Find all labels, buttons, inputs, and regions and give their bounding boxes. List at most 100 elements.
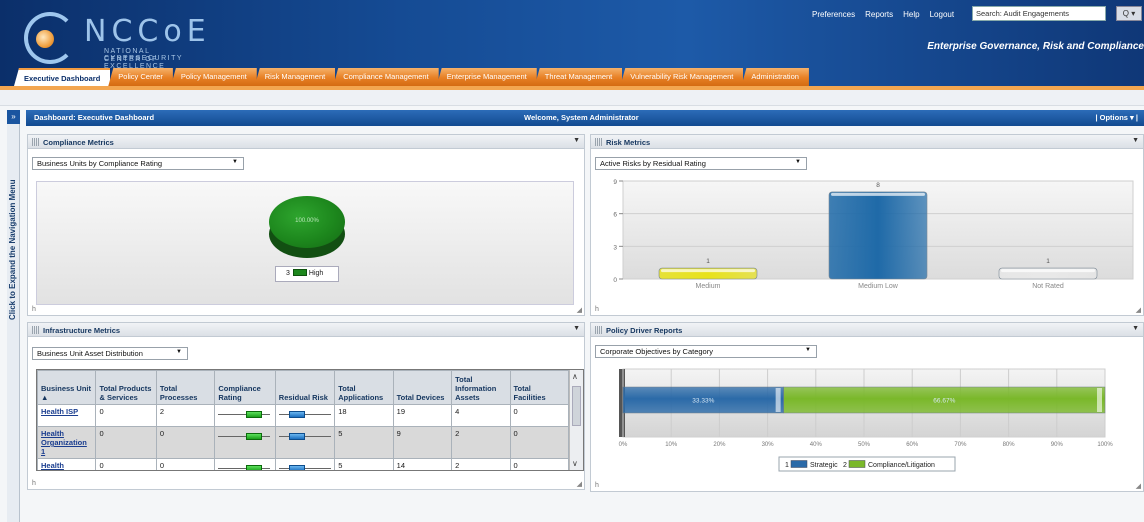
- chevron-down-icon[interactable]: ▼: [1132, 137, 1139, 144]
- compliance-pie[interactable]: 100.00%: [269, 196, 345, 258]
- bar-highlight: [1001, 269, 1095, 273]
- bar-rect[interactable]: [828, 191, 928, 280]
- preferences-link[interactable]: Preferences: [812, 10, 855, 19]
- column-header-processes[interactable]: Total Processes: [155, 370, 216, 405]
- business-unit-link[interactable]: Health Organization: [41, 461, 87, 470]
- scrollbar-thumb[interactable]: [572, 386, 581, 426]
- infrastructure-table-container[interactable]: Business Unit ▲ Total Products & Service…: [36, 369, 584, 471]
- compliance-rating-gauge: [218, 410, 271, 418]
- column-header-products[interactable]: Total Products & Services: [95, 370, 157, 405]
- tab-policy-management[interactable]: Policy Management: [170, 68, 257, 86]
- resize-handle-icon[interactable]: ◢: [1136, 482, 1141, 490]
- drag-handle-icon[interactable]: [32, 138, 39, 146]
- infrastructure-metrics-panel: Infrastructure Metrics ▼ Business Unit A…: [27, 322, 585, 490]
- x-tick-label: 80%: [1003, 442, 1016, 448]
- legend-swatch: [292, 269, 307, 276]
- x-tick-label: Medium Low: [858, 283, 899, 290]
- infrastructure-table-body: Health ISP 0 2 18 19 4 0 Health Organization 10…: [37, 404, 570, 470]
- resize-handle-icon[interactable]: ◢: [577, 306, 582, 314]
- legend-count: 3: [286, 270, 290, 277]
- legend-swatch: [848, 460, 866, 468]
- tab-executive-dashboard[interactable]: Executive Dashboard: [14, 68, 111, 86]
- legend-swatch: [790, 460, 808, 468]
- cell-compliance-rating: [214, 458, 276, 470]
- help-link[interactable]: Help: [903, 10, 919, 19]
- tab-administration[interactable]: Administration: [741, 68, 809, 86]
- cell-residual-risk: [274, 426, 336, 459]
- search-button[interactable]: Q ▾: [1116, 6, 1142, 21]
- select-value: Active Risks by Residual Rating: [600, 159, 706, 168]
- y-tick-label: 9: [613, 179, 617, 186]
- table-scrollbar[interactable]: ∧ ∨: [569, 370, 583, 470]
- gauge-marker: [288, 433, 305, 440]
- tab-compliance-management[interactable]: Compliance Management: [333, 68, 439, 86]
- compliance-chart-area: 100.00%: [36, 181, 574, 305]
- chevron-down-icon[interactable]: ▼: [1132, 325, 1139, 332]
- tab-threat-management[interactable]: Threat Management: [534, 68, 623, 86]
- business-unit-link[interactable]: Health ISP: [41, 407, 78, 416]
- tab-enterprise-management[interactable]: Enterprise Management: [436, 68, 537, 86]
- compliance-metrics-panel: Compliance Metrics ▼ Business Units by C…: [27, 134, 585, 316]
- column-header-compliance-rating[interactable]: Compliance Rating: [214, 370, 276, 405]
- bar-value-label: 1: [1046, 258, 1050, 265]
- gauge-marker: [288, 411, 305, 418]
- dashboard-bar: Dashboard: Executive Dashboard Welcome, …: [26, 110, 1144, 126]
- logout-link[interactable]: Logout: [930, 10, 954, 19]
- x-tick-label: 30%: [762, 442, 775, 448]
- column-header-applications[interactable]: Total Applications: [334, 370, 394, 405]
- options-menu[interactable]: | Options ▾ |: [1095, 113, 1138, 122]
- table-row[interactable]: Health ISP 0 2 18 19 4 0: [37, 404, 570, 427]
- column-header-facilities[interactable]: Total Facilities: [509, 370, 570, 405]
- expand-nav-icon[interactable]: »: [7, 110, 20, 124]
- risk-report-select[interactable]: Active Risks by Residual Rating ▼: [595, 157, 807, 170]
- x-tick-label: 0%: [619, 442, 628, 448]
- business-unit-link[interactable]: Health Organization 1: [41, 429, 87, 456]
- gauge-track: [218, 436, 271, 437]
- cell-devices: 14: [392, 458, 453, 470]
- panel-footer-mark: h: [32, 480, 36, 487]
- cell-processes: 0: [155, 458, 216, 470]
- y-tick-label: 3: [613, 244, 617, 251]
- panel-footer-mark: h: [595, 482, 599, 489]
- policy-report-select[interactable]: Corporate Objectives by Category ▼: [595, 345, 817, 358]
- drag-handle-icon[interactable]: [595, 326, 602, 334]
- bar-not-rated[interactable]: [998, 267, 1098, 280]
- bar-medium-low[interactable]: [828, 191, 928, 280]
- select-value: Business Unit Asset Distribution: [37, 349, 143, 358]
- drag-handle-icon[interactable]: [595, 138, 602, 146]
- panel-footer-mark: h: [595, 306, 599, 313]
- x-tick-label: 50%: [858, 442, 871, 448]
- policy-stacked-bar-chart: 0% 10% 20% 30% 40% 50% 60% 70% 80% 90% 100% 33.33% 6…: [619, 368, 1113, 472]
- drag-handle-icon[interactable]: [32, 326, 39, 334]
- compliance-report-select[interactable]: Business Units by Compliance Rating ▼: [32, 157, 244, 170]
- expand-nav-label[interactable]: Click to Expand the Navigation Menu: [8, 130, 17, 370]
- column-header-business-unit[interactable]: Business Unit ▲: [37, 370, 97, 405]
- bar-medium[interactable]: [658, 267, 758, 280]
- tab-policy-center[interactable]: Policy Center: [108, 68, 173, 86]
- tab-risk-management[interactable]: Risk Management: [254, 68, 336, 86]
- scroll-down-icon[interactable]: ∨: [572, 459, 578, 468]
- tab-vulnerability-risk-management[interactable]: Vulnerability Risk Management: [620, 68, 744, 86]
- resize-handle-icon[interactable]: ◢: [1136, 306, 1141, 314]
- residual-risk-gauge: [278, 464, 331, 470]
- chevron-down-icon[interactable]: ▼: [573, 137, 580, 144]
- table-row[interactable]: Health Organization0051420: [37, 458, 570, 470]
- select-value: Business Units by Compliance Rating: [37, 159, 163, 168]
- cell-business-unit: Health Organization 1: [37, 426, 97, 459]
- column-header-information-assets[interactable]: Total Information Assets: [451, 370, 511, 405]
- gauge-marker: [246, 465, 263, 470]
- column-header-devices[interactable]: Total Devices: [392, 370, 453, 405]
- navigation-strip[interactable]: » Click to Expand the Navigation Menu: [7, 110, 20, 522]
- table-row[interactable]: Health Organization 1005920: [37, 426, 570, 459]
- main-tabs: Executive Dashboard Policy Center Policy…: [14, 68, 809, 86]
- resize-handle-icon[interactable]: ◢: [577, 480, 582, 488]
- column-header-residual-risk[interactable]: Residual Risk: [274, 370, 336, 405]
- cell-processes: 2: [155, 404, 216, 427]
- reports-link[interactable]: Reports: [865, 10, 893, 19]
- infrastructure-report-select[interactable]: Business Unit Asset Distribution ▼: [32, 347, 188, 360]
- chevron-down-icon[interactable]: ▼: [573, 325, 580, 332]
- scroll-up-icon[interactable]: ∧: [572, 372, 578, 381]
- search-input[interactable]: Search: Audit Engagements: [972, 6, 1106, 21]
- nccoe-logo[interactable]: NCCoE NATIONAL CYBERSECURITY CENTER OF E…: [22, 12, 222, 70]
- chevron-down-icon: ▼: [805, 347, 811, 353]
